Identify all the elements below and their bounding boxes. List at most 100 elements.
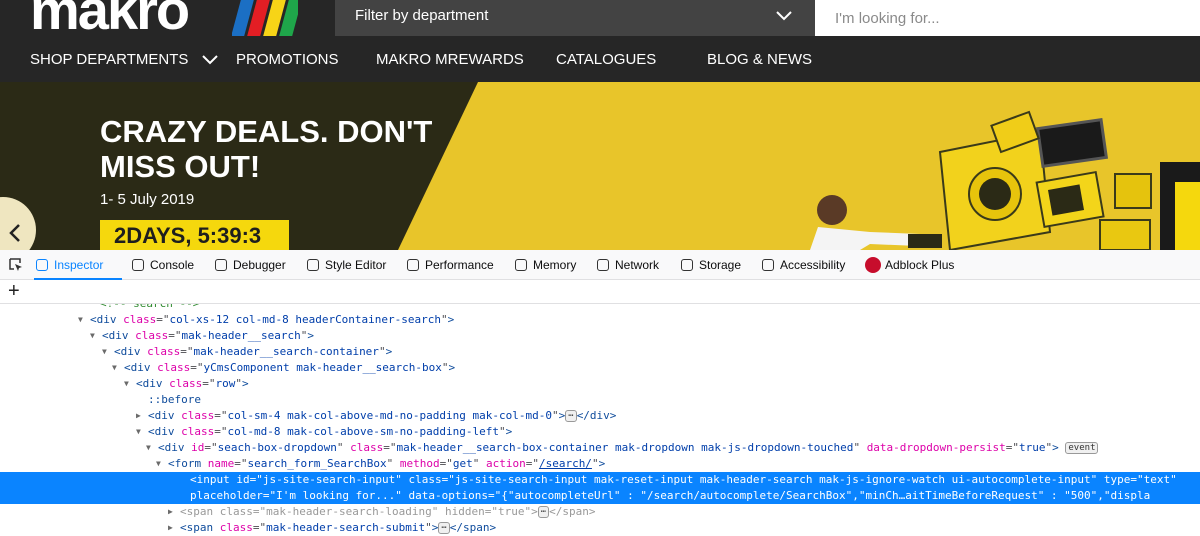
markup-code: ::before [148,392,201,408]
devtools-panel: Inspector Console Debugger Style Editor Perf… [0,250,1200,536]
attr-name: class [135,329,169,342]
attr-value: mak-header__search-box-container mak-dro… [396,441,854,454]
tag-name: <form [168,457,202,470]
markup-line[interactable]: ▼ <div class="mak-header__search"> [0,328,1200,344]
attr-value: get [452,457,473,470]
markup-line[interactable]: ▼ <div class="mak-header__search-containe… [0,344,1200,360]
markup-code: <input id="js-site-search-input" class="… [190,473,1177,486]
chevron-down-icon [201,55,218,65]
attr-value: col-md-8 mak-col-above-sm-no-padding-lef… [227,425,500,438]
site-search-input[interactable] [815,0,1200,36]
nav-catalogues[interactable]: CATALOGUES [556,40,656,80]
attr-value: seach-box-dropdown [217,441,337,454]
attr-name: id [191,441,205,454]
website-viewport: makro Filter by department SHOP DEPARTME… [0,0,1200,250]
attr-value: mak-header-search-loading [266,505,432,518]
tab-network[interactable]: Network [595,250,673,280]
markup-line[interactable]: ▼ <div class="col-md-8 mak-col-above-sm-n… [0,424,1200,440]
collapsed-children-badge[interactable]: ⋯ [537,506,550,518]
collapse-twisty-icon[interactable]: ▼ [90,328,99,344]
nav-promotions[interactable]: PROMOTIONS [236,40,339,80]
collapsed-children-badge[interactable]: ⋯ [565,410,577,422]
collapse-twisty-icon[interactable]: ▼ [156,456,165,472]
tag-close: > [447,313,455,326]
tab-label: Accessibility [780,258,846,272]
memory-icon [515,259,527,271]
collapsed-children-badge[interactable]: ⋯ [438,522,450,534]
collapse-twisty-icon[interactable]: ▼ [112,360,121,376]
tag-name: <div [102,329,129,342]
markup-line[interactable]: ▼ <div class="col-xs-12 col-md-8 headerCo… [0,312,1200,328]
end-tag: </div> [576,409,617,422]
markup-line[interactable]: placeholder="I'm looking for..." data-op… [0,488,1200,504]
pseudo-element: ::before [148,393,201,406]
tab-debugger[interactable]: Debugger [213,250,301,280]
end-tag: </span> [449,521,497,534]
tab-label: Inspector [54,258,104,272]
attr-name: action [485,457,526,470]
markup-code: placeholder="I'm looking for..." data-op… [190,489,1151,502]
department-filter-dropdown[interactable]: Filter by department [335,0,815,36]
attr-value: /search/ [538,457,592,470]
markup-line[interactable]: ▼ <div class="row"> [0,376,1200,392]
tab-performance[interactable]: Performance [405,250,505,280]
markup-line[interactable]: ▶ <div class="col-sm-4 mak-col-above-md-n… [0,408,1200,424]
tag-name: <span [180,505,214,518]
tab-adblock-plus[interactable]: Adblock Plus [865,250,963,280]
collapse-twisty-icon[interactable]: ▼ [124,376,133,392]
markup-code: <!-- search --> [100,304,199,312]
promo-banner[interactable]: CRAZY DEALS. DON'T MISS OUT! 1- 5 July 2… [0,82,1200,250]
accessibility-icon [762,259,774,271]
makro-logo[interactable]: makro [30,0,190,38]
tag-name: <div [114,345,141,358]
console-icon [132,259,144,271]
attr-name: class [123,313,157,326]
attr-value: row [215,377,236,390]
markup-line[interactable]: <!-- search --> [0,304,1200,312]
add-node-icon[interactable]: + [8,280,20,302]
tag-name: <div [158,441,185,454]
tab-console[interactable]: Console [130,250,204,280]
markup-line[interactable]: ▼ <form name="search_form_SearchBox" meth… [0,456,1200,472]
tag-close: > [505,425,513,438]
markup-line[interactable]: ▶ <span class="mak-header-search-loading"… [0,504,1200,520]
attr-value: mak-header-search-submit [266,521,426,534]
markup-code: <div class="col-md-8 mak-col-above-sm-no… [148,425,513,438]
expand-twisty-icon[interactable]: ▶ [168,504,177,520]
style-editor-icon [307,259,319,271]
markup-line[interactable]: ::before [0,392,1200,408]
tab-label: Console [150,258,195,272]
collapse-twisty-icon[interactable]: ▼ [78,312,87,328]
tab-label: Style Editor [325,258,387,272]
expand-twisty-icon[interactable]: ▶ [136,408,145,424]
markup-line[interactable]: ▼ <div class="yCmsComponent mak-header__s… [0,360,1200,376]
attr-name: class [181,425,215,438]
markup-code: <div class="mak-header__search-container… [114,345,393,358]
tab-label: Debugger [233,258,286,272]
tab-style-editor[interactable]: Style Editor [305,250,399,280]
markup-line[interactable]: ▶ <span class="mak-header-search-submit">… [0,520,1200,536]
tab-accessibility[interactable]: Accessibility [760,250,858,280]
markup-line[interactable]: ▼ <div id="seach-box-dropdown" class="mak… [0,440,1200,456]
appliances-illustration [810,110,1200,250]
tab-label: Storage [699,258,742,272]
tab-memory[interactable]: Memory [513,250,587,280]
site-header: makro Filter by department SHOP DEPARTME… [0,0,1200,82]
nav-shop-departments-label: SHOP DEPARTMENTS [30,51,189,68]
nav-makro-mrewards[interactable]: MAKRO MREWARDS [376,40,524,80]
collapse-twisty-icon[interactable]: ▼ [102,344,111,360]
inspector-icon [36,259,48,271]
storage-icon [681,259,693,271]
nav-blog-news[interactable]: BLOG & NEWS [707,40,812,80]
markup-line[interactable]: <input id="js-site-search-input" class="… [0,472,1200,488]
expand-twisty-icon[interactable]: ▶ [168,520,177,536]
tag-close: > [431,521,439,534]
collapse-twisty-icon[interactable]: ▼ [136,424,145,440]
attr-value: yCmsComponent mak-header__search-box [203,361,442,374]
nav-shop-departments[interactable]: SHOP DEPARTMENTS [30,40,219,80]
event-badge[interactable]: event [1065,442,1099,454]
collapse-twisty-icon[interactable]: ▼ [146,440,155,456]
tab-inspector[interactable]: Inspector [34,250,122,280]
tab-storage[interactable]: Storage [679,250,753,280]
element-picker-icon[interactable] [8,257,24,273]
